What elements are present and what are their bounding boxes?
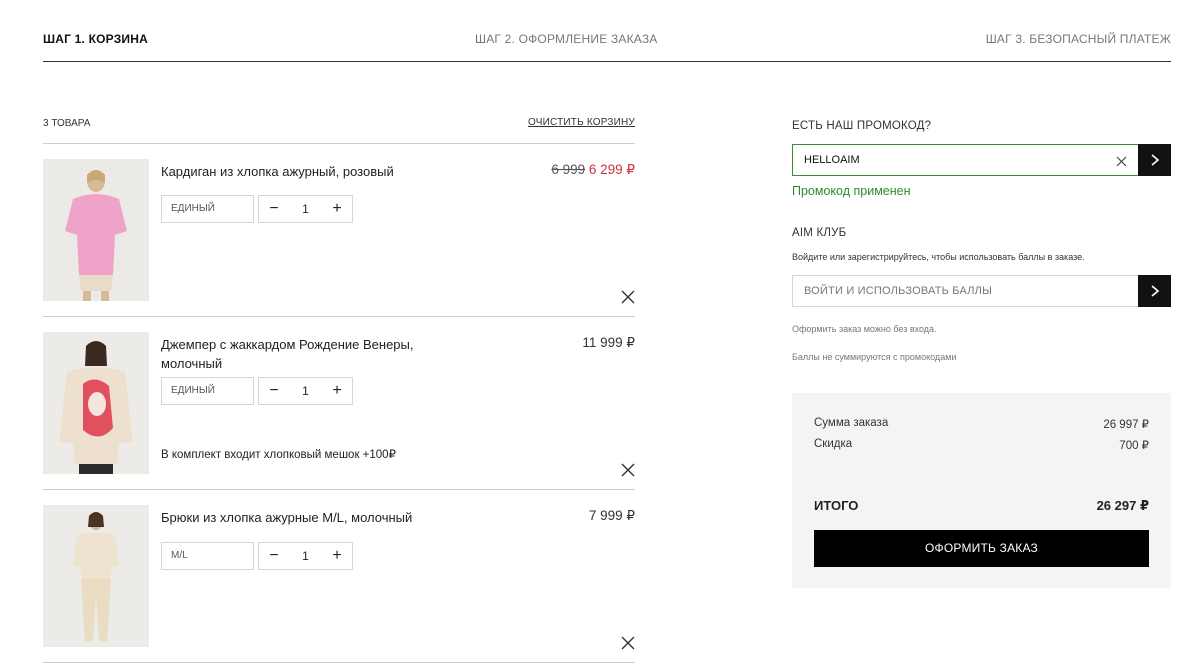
points-login-field[interactable]: ВОЙТИ И ИСПОЛЬЗОВАТЬ БАЛЛЫ	[792, 275, 1139, 307]
product-title[interactable]: Кардиган из хлопка ажурный, розовый	[161, 162, 441, 181]
promo-apply-button[interactable]	[1138, 144, 1171, 176]
club-description: Войдите или зарегистрируйтесь, чтобы исп…	[792, 252, 1085, 262]
cart-item: Брюки из хлопка ажурные M/L, молочный 7 …	[43, 490, 635, 663]
qty-value[interactable]: 1	[289, 196, 322, 223]
promo-input[interactable]: HELLOAIM	[792, 144, 1139, 176]
qty-plus-button[interactable]: +	[322, 378, 352, 404]
clear-cart-link[interactable]: ОЧИСТИТЬ КОРЗИНУ	[528, 117, 635, 128]
total-value: 26 297 ₽	[1096, 498, 1149, 513]
cart-item: Джемпер с жаккардом Рождение Венеры, мол…	[43, 317, 635, 490]
size-select[interactable]: ЕДИНЫЙ	[161, 195, 254, 223]
summary-subtotal: Сумма заказа 26 997 ₽	[814, 417, 1149, 431]
sale-price: 6 299 ₽	[588, 162, 635, 177]
step-payment[interactable]: ШАГ 3. БЕЗОПАСНЫЙ ПЛАТЕЖ	[986, 32, 1171, 46]
remove-item-button[interactable]	[621, 463, 635, 477]
size-select[interactable]: M/L	[161, 542, 254, 570]
promo-label: ЕСТЬ НАШ ПРОМОКОД?	[792, 120, 932, 132]
product-photo-trousers	[43, 505, 149, 647]
product-title[interactable]: Брюки из хлопка ажурные M/L, молочный	[161, 508, 441, 527]
remove-item-button[interactable]	[621, 290, 635, 304]
total-label: ИТОГО	[814, 498, 859, 513]
close-icon	[621, 463, 635, 477]
product-image[interactable]	[43, 505, 149, 647]
subtotal-value: 26 997 ₽	[1103, 419, 1149, 431]
discount-value: 700 ₽	[1119, 440, 1149, 452]
cart-item: Кардиган из хлопка ажурный, розовый 6 99…	[43, 144, 635, 317]
product-photo-cardigan	[43, 159, 149, 301]
product-price: 11 999 ₽	[582, 335, 635, 350]
promo-clear-button[interactable]	[1116, 154, 1127, 167]
points-promo-note: Баллы не суммируются с промокодами	[792, 352, 957, 362]
points-row: ВОЙТИ И ИСПОЛЬЗОВАТЬ БАЛЛЫ	[792, 275, 1171, 307]
remove-item-button[interactable]	[621, 636, 635, 650]
order-summary: Сумма заказа 26 997 ₽ Скидка 700 ₽ ИТОГО…	[792, 393, 1171, 588]
quantity-stepper: − 1 +	[258, 542, 353, 570]
club-label: AIM КЛУБ	[792, 227, 847, 239]
promo-row: HELLOAIM	[792, 144, 1171, 176]
quantity-stepper: − 1 +	[258, 195, 353, 223]
cart-list: 3 ТОВАРА ОЧИСТИТЬ КОРЗИНУ Кардиган из хл…	[43, 100, 635, 663]
qty-plus-button[interactable]: +	[322, 543, 352, 569]
qty-minus-button[interactable]: −	[259, 543, 289, 569]
promo-status: Промокод применен	[792, 184, 911, 198]
product-price: 6 999 6 299 ₽	[551, 162, 635, 178]
quantity-stepper: − 1 +	[258, 377, 353, 405]
cart-header: 3 ТОВАРА ОЧИСТИТЬ КОРЗИНУ	[43, 100, 635, 144]
product-image[interactable]	[43, 332, 149, 474]
qty-value[interactable]: 1	[289, 543, 322, 570]
qty-minus-button[interactable]: −	[259, 196, 289, 222]
close-icon	[1116, 156, 1127, 167]
discount-label: Скидка	[814, 438, 853, 450]
cart-count: 3 ТОВАРА	[43, 118, 91, 129]
step-order[interactable]: ШАГ 2. ОФОРМЛЕНИЕ ЗАКАЗА	[475, 32, 658, 46]
chevron-right-icon	[1151, 154, 1160, 166]
guest-checkout-note: Оформить заказ можно без входа.	[792, 324, 937, 334]
qty-plus-button[interactable]: +	[322, 196, 352, 222]
checkout-steps: ШАГ 1. КОРЗИНА ШАГ 2. ОФОРМЛЕНИЕ ЗАКАЗА …	[43, 0, 1171, 62]
product-title[interactable]: Джемпер с жаккардом Рождение Венеры, мол…	[161, 335, 441, 373]
summary-discount: Скидка 700 ₽	[814, 438, 1149, 452]
size-select[interactable]: ЕДИНЫЙ	[161, 377, 254, 405]
qty-value[interactable]: 1	[289, 378, 322, 405]
old-price: 6 999	[551, 162, 586, 177]
qty-minus-button[interactable]: −	[259, 378, 289, 404]
close-icon	[621, 290, 635, 304]
close-icon	[621, 636, 635, 650]
product-photo-jumper	[43, 332, 149, 474]
checkout-button[interactable]: ОФОРМИТЬ ЗАКАЗ	[814, 530, 1149, 567]
product-image[interactable]	[43, 159, 149, 301]
step-cart[interactable]: ШАГ 1. КОРЗИНА	[43, 32, 148, 46]
chevron-right-icon	[1151, 285, 1160, 297]
points-login-button[interactable]	[1138, 275, 1171, 307]
item-note: В комплект входит хлопковый мешок +100₽	[161, 449, 396, 461]
product-price: 7 999 ₽	[588, 508, 635, 523]
summary-total: ИТОГО 26 297 ₽	[814, 498, 1149, 513]
subtotal-label: Сумма заказа	[814, 417, 889, 429]
